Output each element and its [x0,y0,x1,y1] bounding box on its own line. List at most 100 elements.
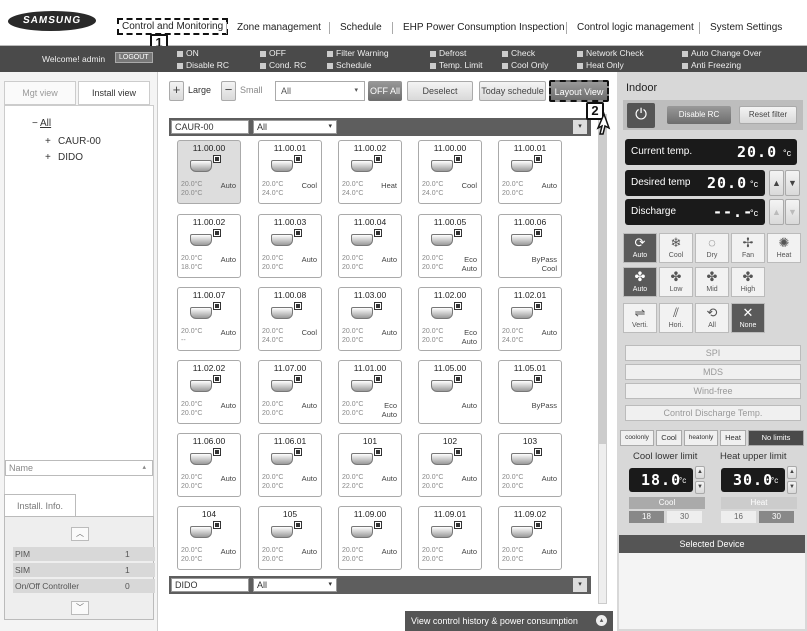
device-card[interactable]: 11.05.01 ByPass [498,360,562,424]
nav-control-monitoring[interactable]: Control and Monitoring [117,18,229,35]
device-card[interactable]: 11.00.02 20.0°C 24.0°C Heat [338,140,402,204]
device-card[interactable]: 11.00.03 20.0°C 20.0°C Auto [258,214,322,278]
control-discharge-button[interactable]: Control Discharge Temp. [625,405,801,421]
device-card[interactable]: 11.05.00 Auto [418,360,482,424]
fan-high-button[interactable]: ✤ High [731,267,765,297]
tree-mark[interactable]: + [45,152,51,163]
swing-verti-button[interactable]: ⇌ Verti. [623,303,657,333]
device-card[interactable]: 11.06.01 20.0°C 20.0°C Auto [258,433,322,497]
small-label[interactable]: Small [240,85,263,95]
windfree-button[interactable]: Wind-free [625,383,801,399]
discharge-display: Discharge --.- °c [625,199,765,225]
device-card[interactable]: 11.07.00 20.0°C 20.0°C Auto [258,360,322,424]
device-card[interactable]: 11.09.02 20.0°C 20.0°C Auto [498,506,562,570]
swing-hori-button[interactable]: ⫽ Hori. [659,303,693,333]
device-card[interactable]: 104 20.0°C 20.0°C Auto [177,506,241,570]
tree-item-all[interactable]: All [40,118,51,129]
group-filter-select[interactable]: All ▾ [253,578,337,592]
expand-up-icon[interactable]: ▴ [596,615,607,626]
deselect-button[interactable]: Deselect [407,81,473,101]
tab-install-view[interactable]: Install view [78,81,150,105]
heat-down-icon[interactable]: ▼ [787,481,797,494]
temp-down-icon[interactable]: ▼ [785,170,800,196]
tree-mark[interactable]: + [45,136,51,147]
scroll-up-button[interactable]: ︿ [71,527,89,541]
off-all-button[interactable]: OFF All [368,81,402,101]
filter-select[interactable]: All ▾ [275,81,365,101]
device-card[interactable]: 11.00.02 20.0°C 18.0°C Auto [177,214,241,278]
collapse-icon[interactable]: ▾ [573,120,587,134]
device-card[interactable]: 105 20.0°C 20.0°C Auto [258,506,322,570]
power-icon[interactable]: ⏻ [627,103,655,128]
discharge-down-icon[interactable]: ▼ [785,199,800,225]
tab-no-limits[interactable]: No limits [748,430,804,446]
device-card[interactable]: 11.02.00 20.0°C 20.0°C Eco Auto [418,287,482,351]
device-id: 105 [282,509,298,519]
device-card[interactable]: 11.00.00 20.0°C 24.0°C Cool [418,140,482,204]
name-select[interactable]: Name ▴ [5,460,153,476]
device-card[interactable]: 11.01.00 20.0°C 20.0°C Eco Auto [338,360,402,424]
spi-button[interactable]: SPI [625,345,801,361]
tab-heatonly[interactable]: heatonly [684,430,718,446]
device-card[interactable]: 11.00.01 20.0°C 24.0°C Cool [258,140,322,204]
zoom-in-icon[interactable]: + [169,81,184,101]
device-card[interactable]: 103 20.0°C 20.0°C Auto [498,433,562,497]
collapse-icon[interactable]: ▾ [573,578,587,592]
tab-heat[interactable]: Heat [720,430,746,446]
swing-none-button[interactable]: ✕ None [731,303,765,333]
mode-heat-button[interactable]: ✺ Heat [767,233,801,263]
tree-item-caur[interactable]: CAUR-00 [58,136,101,147]
fan-mid-button[interactable]: ✤ Mid [695,267,729,297]
mode-cool-button[interactable]: ❄ Cool [659,233,693,263]
mds-button[interactable]: MDS [625,364,801,380]
today-schedule-button[interactable]: Today schedule [479,81,546,101]
device-card[interactable]: 11.09.00 20.0°C 20.0°C Auto [338,506,402,570]
device-card[interactable]: 11.00.04 20.0°C 20.0°C Auto [338,214,402,278]
zoom-out-icon[interactable]: − [221,81,236,101]
reset-filter-button[interactable]: Reset filter [739,106,797,124]
temp-up-icon[interactable]: ▲ [769,170,784,196]
device-card[interactable]: 11.00.05 20.0°C 20.0°C Eco Auto [418,214,482,278]
device-card[interactable]: 11.03.00 20.0°C 20.0°C Auto [338,287,402,351]
fan-auto-button[interactable]: ✤ Auto [623,267,657,297]
device-card[interactable]: 11.09.01 20.0°C 20.0°C Auto [418,506,482,570]
device-card[interactable]: 11.00.01 20.0°C 20.0°C Auto [498,140,562,204]
scroll-down-button[interactable]: ﹀ [71,601,89,615]
swing-all-button[interactable]: ⟲ All [695,303,729,333]
device-card[interactable]: 11.00.07 20.0°C -- Auto [177,287,241,351]
device-card[interactable]: 11.02.01 20.0°C 24.0°C Auto [498,287,562,351]
discharge-up-icon[interactable]: ▲ [769,199,784,225]
device-card[interactable]: 11.00.00 20.0°C 20.0°C Auto [177,140,241,204]
tab-cool[interactable]: Cool [656,430,682,446]
history-bar[interactable]: View control history & power consumption… [405,611,613,631]
nav-system-settings[interactable]: System Settings [710,22,782,33]
nav-control-logic[interactable]: Control logic management [577,22,694,33]
legend-item: Heat Only [577,60,624,70]
scrollbar-thumb[interactable] [599,124,606,444]
device-card[interactable]: 101 20.0°C 22.0°C Auto [338,433,402,497]
heat-up-icon[interactable]: ▲ [787,466,797,479]
mode-dry-button[interactable]: ◌ Dry [695,233,729,263]
cool-up-icon[interactable]: ▲ [695,466,705,479]
nav-ehp-power[interactable]: EHP Power Consumption Inspection [403,22,565,33]
device-card[interactable]: 11.02.02 20.0°C 20.0°C Auto [177,360,241,424]
tab-coolonly[interactable]: coolonly [620,430,654,446]
cool-down-icon[interactable]: ▼ [695,481,705,494]
device-card[interactable]: 11.00.08 20.0°C 24.0°C Cool [258,287,322,351]
nav-schedule[interactable]: Schedule [340,22,382,33]
mode-auto-button[interactable]: ⟳ Auto [623,233,657,263]
mode-fan-button[interactable]: ✢ Fan [731,233,765,263]
group-filter-select[interactable]: All ▾ [253,120,337,134]
tab-mgt-view[interactable]: Mgt view [4,81,76,105]
large-label[interactable]: Large [188,85,211,95]
tab-install-info[interactable]: Install. Info. [4,494,76,516]
layout-view-button[interactable]: Layout View [549,80,609,102]
device-card[interactable]: 102 20.0°C 20.0°C Auto [418,433,482,497]
fan-low-button[interactable]: ✤ Low [659,267,693,297]
tree-item-dido[interactable]: DIDO [58,152,83,163]
logout-button[interactable]: LOGOUT [115,52,153,63]
disable-rc-button[interactable]: Disable RC [667,106,731,124]
device-card[interactable]: 11.06.00 20.0°C 20.0°C Auto [177,433,241,497]
nav-zone-management[interactable]: Zone management [237,22,321,33]
device-card[interactable]: 11.00.06 ByPass Cool [498,214,562,278]
